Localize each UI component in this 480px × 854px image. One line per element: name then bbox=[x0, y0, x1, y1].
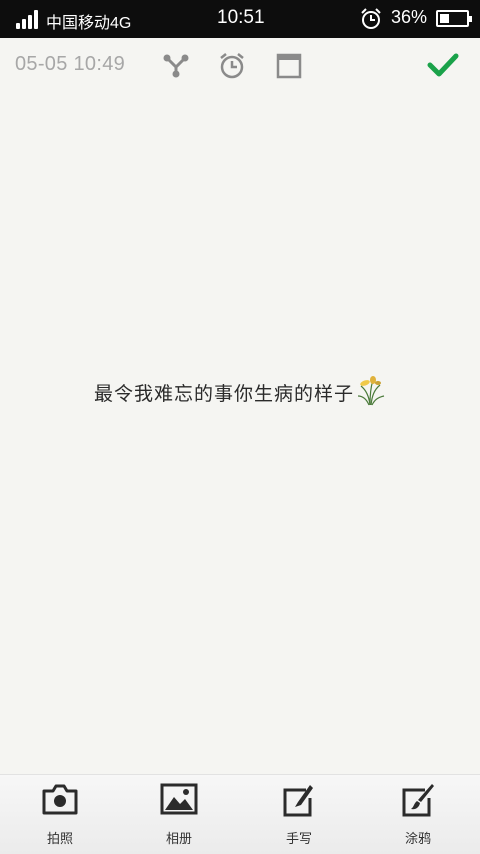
gallery-icon bbox=[160, 783, 198, 815]
alarm-icon bbox=[361, 8, 381, 29]
handwrite-icon bbox=[283, 785, 313, 817]
note-timestamp: 05-05 10:49 bbox=[15, 53, 126, 75]
bottom-bar: 拍照 相册 手写 涂鸦 bbox=[0, 774, 480, 854]
note-text: 最令我难忘的事你生病的样子 bbox=[93, 383, 354, 405]
gallery-button[interactable]: 相册 bbox=[119, 775, 239, 854]
note-toolbar: 05-05 10:49 bbox=[0, 38, 480, 94]
doodle-icon bbox=[402, 784, 434, 817]
alarm-icon[interactable] bbox=[218, 52, 246, 80]
camera-button[interactable]: 拍照 bbox=[0, 775, 120, 854]
carrier-label: 中国移动4G bbox=[46, 15, 132, 32]
status-bar: 中国移动4G 10:51 36% bbox=[0, 0, 480, 38]
battery-fill bbox=[440, 14, 449, 23]
gallery-label: 相册 bbox=[165, 832, 192, 847]
camera-label: 拍照 bbox=[46, 832, 73, 847]
frame-icon[interactable] bbox=[275, 52, 303, 80]
handwrite-label: 手写 bbox=[285, 832, 312, 847]
note-content[interactable]: 最令我难忘的事你生病的样子 bbox=[0, 374, 480, 406]
checkmark-icon[interactable] bbox=[427, 50, 459, 80]
doodle-button[interactable]: 涂鸦 bbox=[358, 775, 478, 854]
status-time: 10:51 bbox=[217, 7, 265, 28]
battery-percent: 36% bbox=[391, 7, 428, 27]
doodle-label: 涂鸦 bbox=[404, 832, 431, 847]
handwrite-button[interactable]: 手写 bbox=[239, 775, 359, 854]
battery-icon bbox=[436, 10, 472, 27]
signal-icon bbox=[16, 10, 40, 29]
camera-icon bbox=[42, 784, 78, 815]
share-icon[interactable] bbox=[162, 52, 190, 80]
plant-icon bbox=[357, 376, 385, 406]
